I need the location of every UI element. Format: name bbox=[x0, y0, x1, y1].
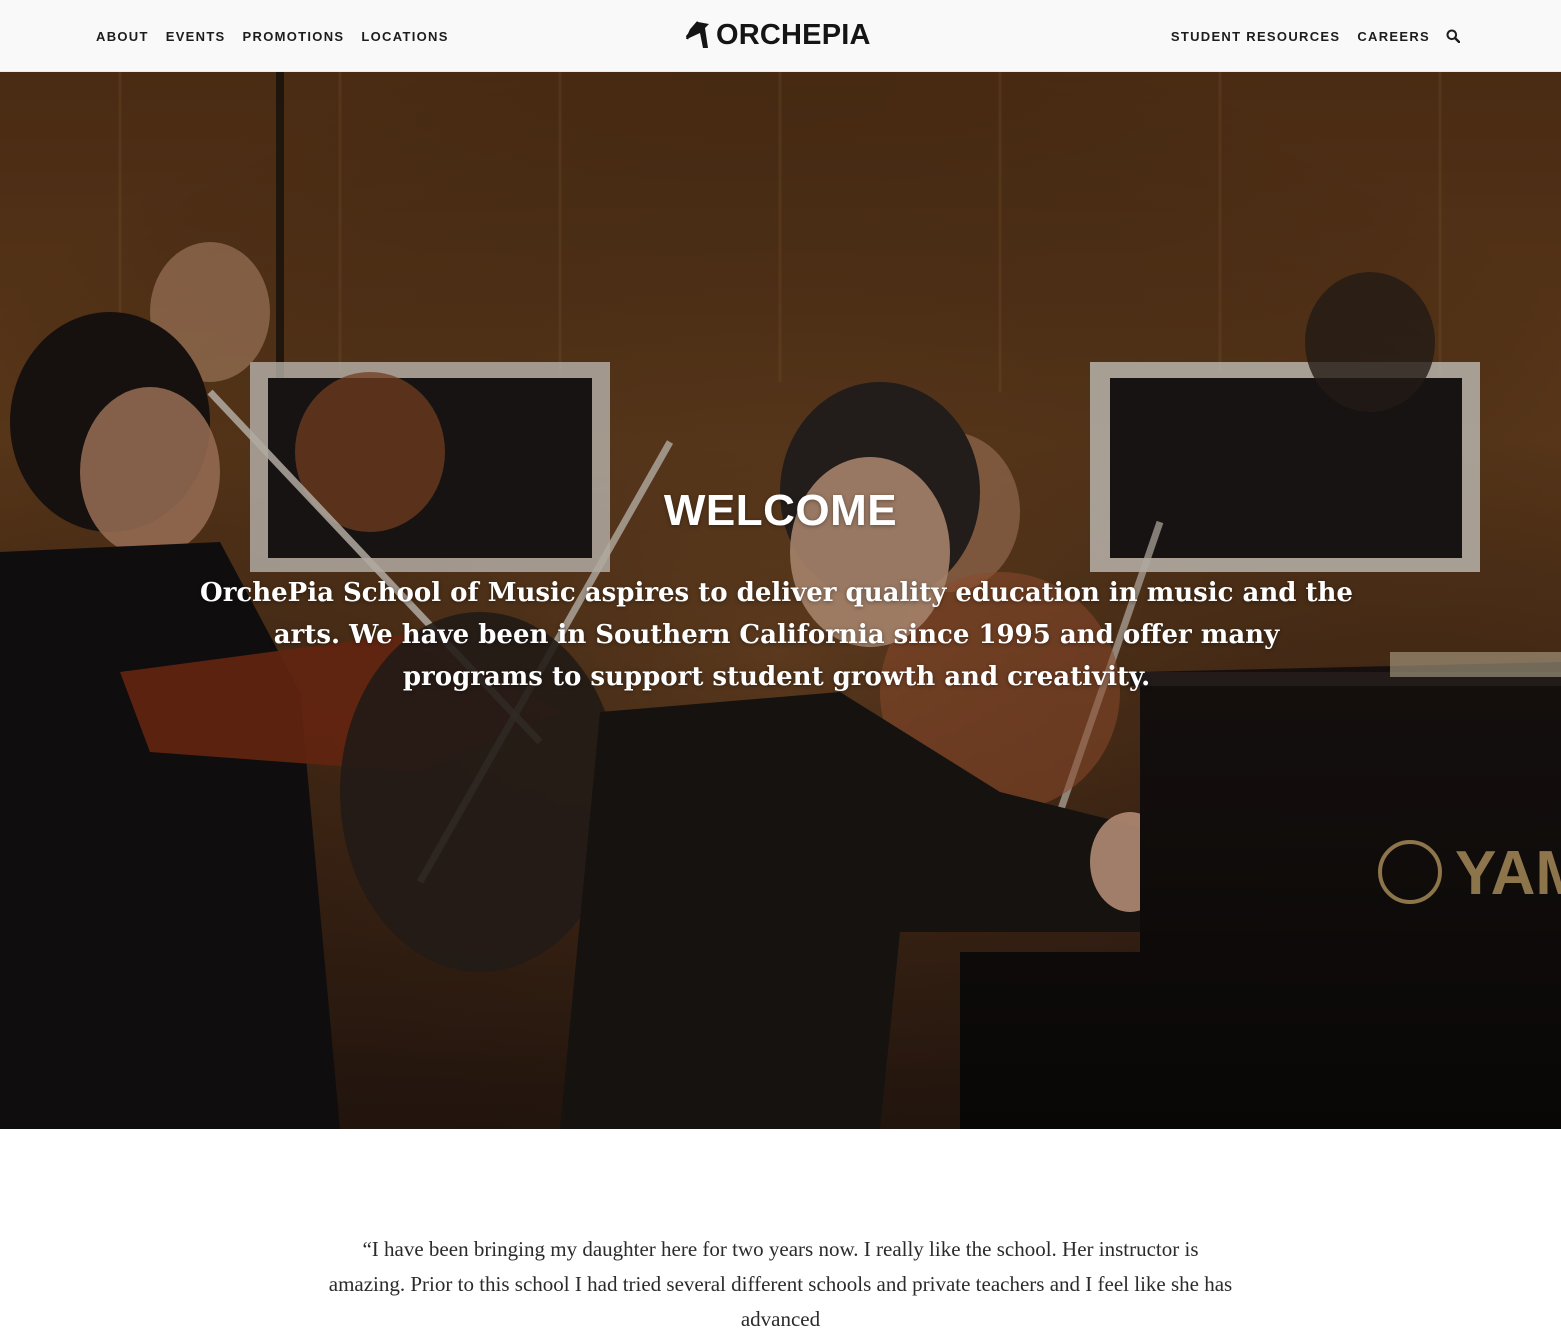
search-icon bbox=[1446, 29, 1460, 43]
hero-description: OrchePia School of Music aspires to deli… bbox=[200, 578, 1353, 692]
nav-locations-link[interactable]: LOCATIONS bbox=[361, 29, 448, 44]
site-logo[interactable]: ORCHEPIA bbox=[684, 17, 871, 53]
primary-nav-left: ABOUT EVENTS PROMOTIONS LOCATIONS bbox=[96, 0, 466, 72]
logo-wordmark: ORCHEPIA bbox=[716, 18, 871, 51]
hero-title: WELCOME bbox=[663, 486, 898, 535]
nav-promotions-link[interactable]: PROMOTIONS bbox=[243, 29, 345, 44]
nav-student-resources-link[interactable]: STUDENT RESOURCES bbox=[1171, 29, 1340, 44]
nav-about-link[interactable]: ABOUT bbox=[96, 29, 149, 44]
hero-banner: YAM WELCOME OrchePia School of Music asp… bbox=[0, 72, 1561, 1129]
search-button[interactable] bbox=[1445, 28, 1461, 44]
primary-nav-right: STUDENT RESOURCES CAREERS bbox=[1154, 0, 1461, 72]
nav-careers-link[interactable]: CAREERS bbox=[1357, 29, 1430, 44]
testimonial-quote: “I have been bringing my daughter here f… bbox=[328, 1237, 1233, 1331]
nav-events-link[interactable]: EVENTS bbox=[166, 29, 226, 44]
site-header: ABOUT EVENTS PROMOTIONS LOCATIONS ORCHEP… bbox=[0, 0, 1561, 72]
piano-logo-icon bbox=[685, 21, 709, 48]
